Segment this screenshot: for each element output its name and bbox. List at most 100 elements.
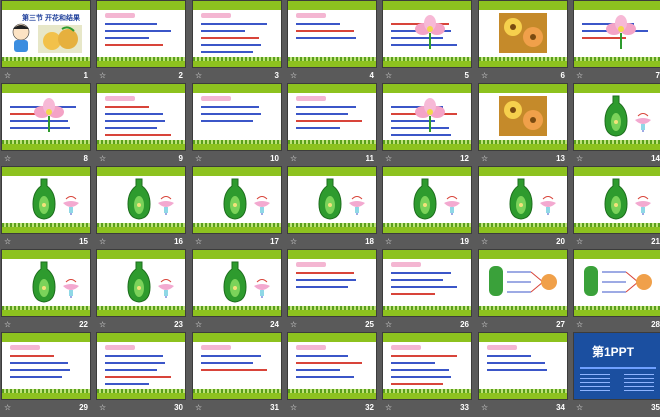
slide-thumbnail[interactable] (383, 84, 471, 150)
slide-cell[interactable]: ☆ 16 (97, 167, 185, 251)
transition-star-icon[interactable]: ☆ (195, 72, 202, 80)
transition-star-icon[interactable]: ☆ (4, 238, 11, 246)
slide-thumbnail[interactable] (97, 167, 185, 233)
slide-thumbnail[interactable] (288, 333, 376, 399)
slide-thumbnail[interactable]: 第三节 开花和结果 (2, 1, 90, 67)
slide-cell[interactable]: ☆ 18 (288, 167, 376, 251)
transition-star-icon[interactable]: ☆ (481, 238, 488, 246)
slide-thumbnail[interactable] (479, 250, 567, 316)
transition-star-icon[interactable]: ☆ (385, 155, 392, 163)
slide-thumbnail[interactable] (193, 84, 281, 150)
transition-star-icon[interactable]: ☆ (576, 155, 583, 163)
transition-star-icon[interactable]: ☆ (481, 321, 488, 329)
slide-cell[interactable]: 第三节 开花和结果 ☆ 1 (2, 1, 90, 85)
slide-thumbnail[interactable] (383, 167, 471, 233)
slide-cell[interactable]: ☆ 22 (2, 250, 90, 334)
slide-cell[interactable]: ☆ 3 (193, 1, 281, 85)
transition-star-icon[interactable]: ☆ (385, 238, 392, 246)
slide-cell[interactable]: ☆ 13 (479, 84, 567, 168)
transition-star-icon[interactable]: ☆ (4, 72, 11, 80)
slide-thumbnail[interactable] (288, 1, 376, 67)
slide-cell[interactable]: ☆ 30 (97, 333, 185, 417)
slide-thumbnail[interactable] (574, 84, 660, 150)
transition-star-icon[interactable]: ☆ (481, 72, 488, 80)
slide-thumbnail[interactable] (193, 333, 281, 399)
slide-thumbnail[interactable] (288, 84, 376, 150)
slide-thumbnail[interactable] (479, 84, 567, 150)
slide-thumbnail[interactable] (97, 250, 185, 316)
slide-cell[interactable]: 第1PPT ☆ 35 (574, 333, 660, 417)
slide-thumbnail[interactable] (574, 250, 660, 316)
slide-thumbnail[interactable] (2, 333, 90, 399)
transition-star-icon[interactable]: ☆ (290, 238, 297, 246)
transition-star-icon[interactable]: ☆ (481, 155, 488, 163)
slide-cell[interactable]: ☆ 34 (479, 333, 567, 417)
slide-cell[interactable]: ☆ 2 (97, 1, 185, 85)
slide-cell[interactable]: ☆ 10 (193, 84, 281, 168)
slide-cell[interactable]: ☆ 12 (383, 84, 471, 168)
transition-star-icon[interactable]: ☆ (385, 72, 392, 80)
slide-cell[interactable]: ☆ 21 (574, 167, 660, 251)
slide-thumbnail[interactable] (479, 333, 567, 399)
slide-cell[interactable]: ☆ 26 (383, 250, 471, 334)
slide-thumbnail[interactable] (574, 167, 660, 233)
slide-cell[interactable]: ☆ 6 (479, 1, 567, 85)
slide-cell[interactable]: ☆ 9 (97, 84, 185, 168)
slide-thumbnail[interactable] (2, 167, 90, 233)
slide-cell[interactable]: ☆ 14 (574, 84, 660, 168)
transition-star-icon[interactable]: ☆ (195, 155, 202, 163)
transition-star-icon[interactable]: ☆ (576, 238, 583, 246)
transition-star-icon[interactable]: ☆ (99, 238, 106, 246)
slide-cell[interactable]: ☆ 15 (2, 167, 90, 251)
slide-thumbnail[interactable] (97, 84, 185, 150)
slide-cell[interactable]: ☆ 4 (288, 1, 376, 85)
transition-star-icon[interactable]: ☆ (99, 155, 106, 163)
transition-star-icon[interactable]: ☆ (481, 404, 488, 412)
transition-star-icon[interactable]: ☆ (576, 404, 583, 412)
slide-cell[interactable]: ☆ 11 (288, 84, 376, 168)
slide-cell[interactable]: ☆ 20 (479, 167, 567, 251)
slide-thumbnail[interactable] (193, 1, 281, 67)
transition-star-icon[interactable]: ☆ (4, 321, 11, 329)
slide-thumbnail[interactable] (2, 84, 90, 150)
slide-thumbnail[interactable] (288, 167, 376, 233)
slide-cell[interactable]: ☆ 31 (193, 333, 281, 417)
transition-star-icon[interactable]: ☆ (385, 404, 392, 412)
slide-thumbnail[interactable] (479, 1, 567, 67)
transition-star-icon[interactable]: ☆ (99, 404, 106, 412)
slide-cell[interactable]: ☆ 19 (383, 167, 471, 251)
slide-thumbnail[interactable] (193, 250, 281, 316)
transition-star-icon[interactable]: ☆ (195, 321, 202, 329)
transition-star-icon[interactable]: ☆ (4, 404, 11, 412)
slide-cell[interactable]: ☆ 8 (2, 84, 90, 168)
slide-thumbnail[interactable] (574, 1, 660, 67)
slide-thumbnail[interactable] (479, 167, 567, 233)
slide-thumbnail[interactable] (2, 250, 90, 316)
slide-thumbnail[interactable]: 第1PPT (574, 333, 660, 399)
transition-star-icon[interactable]: ☆ (195, 238, 202, 246)
slide-cell[interactable]: ☆ 7 (574, 1, 660, 85)
transition-star-icon[interactable]: ☆ (290, 72, 297, 80)
transition-star-icon[interactable]: ☆ (576, 321, 583, 329)
slide-thumbnail[interactable] (383, 250, 471, 316)
slide-thumbnail[interactable] (383, 1, 471, 67)
transition-star-icon[interactable]: ☆ (290, 404, 297, 412)
slide-thumbnail[interactable] (383, 333, 471, 399)
slide-cell[interactable]: ☆ 27 (479, 250, 567, 334)
transition-star-icon[interactable]: ☆ (385, 321, 392, 329)
slide-cell[interactable]: ☆ 24 (193, 250, 281, 334)
slide-cell[interactable]: ☆ 33 (383, 333, 471, 417)
transition-star-icon[interactable]: ☆ (195, 404, 202, 412)
transition-star-icon[interactable]: ☆ (576, 72, 583, 80)
transition-star-icon[interactable]: ☆ (99, 72, 106, 80)
slide-cell[interactable]: ☆ 17 (193, 167, 281, 251)
slide-cell[interactable]: ☆ 5 (383, 1, 471, 85)
slide-cell[interactable]: ☆ 23 (97, 250, 185, 334)
slide-cell[interactable]: ☆ 32 (288, 333, 376, 417)
slide-cell[interactable]: ☆ 28 (574, 250, 660, 334)
transition-star-icon[interactable]: ☆ (290, 321, 297, 329)
slide-thumbnail[interactable] (97, 1, 185, 67)
slide-cell[interactable]: ☆ 29 (2, 333, 90, 417)
transition-star-icon[interactable]: ☆ (290, 155, 297, 163)
slide-thumbnail[interactable] (97, 333, 185, 399)
